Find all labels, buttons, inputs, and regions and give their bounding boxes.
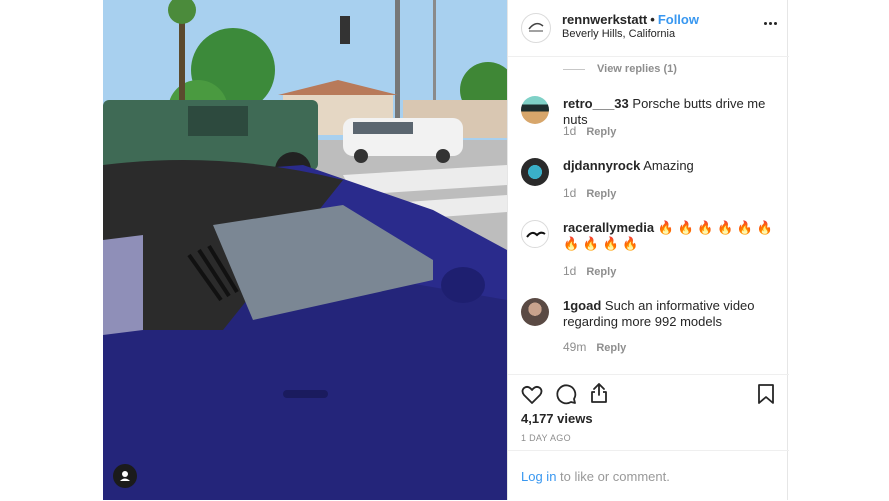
follow-button[interactable]: Follow	[658, 12, 699, 27]
post-video[interactable]	[103, 0, 507, 500]
post-panel: rennwerkstatt • Follow Beverly Hills, Cali…	[507, 0, 789, 501]
comment-username[interactable]: djdannyrock	[563, 158, 640, 173]
avatar[interactable]	[521, 220, 549, 248]
avatar[interactable]	[521, 298, 549, 326]
header-line: rennwerkstatt • Follow	[562, 12, 699, 27]
video-frame	[103, 0, 507, 500]
view-count[interactable]: 4,177 views	[521, 411, 593, 426]
comment-username[interactable]: 1goad	[563, 298, 601, 313]
comment-icon[interactable]	[554, 382, 578, 406]
login-bar: Log in to like or comment.	[508, 450, 789, 501]
comment-username[interactable]: retro___33	[563, 96, 629, 111]
more-options-icon[interactable]	[760, 13, 780, 33]
avatar[interactable]	[521, 96, 549, 124]
username-link[interactable]: rennwerkstatt	[562, 12, 647, 27]
replies-divider	[563, 68, 585, 70]
comment-meta: 49m Reply	[563, 340, 626, 354]
bookmark-icon[interactable]	[754, 382, 778, 406]
comment-time: 1d	[563, 264, 577, 278]
comment-meta: 1d Reply	[563, 124, 616, 138]
comment-text: racerallymedia 🔥 🔥 🔥 🔥 🔥 🔥 🔥 🔥 🔥 🔥	[563, 220, 783, 252]
avatar[interactable]	[521, 158, 549, 186]
post-date: 1 DAY AGO	[521, 433, 571, 443]
view-replies-label: View replies (1)	[597, 63, 677, 75]
comment-meta: 1d Reply	[563, 186, 616, 200]
comment-time: 1d	[563, 124, 577, 138]
user-tag-icon	[120, 471, 130, 481]
comment-username[interactable]: racerallymedia	[563, 220, 654, 235]
login-link[interactable]: Log in	[521, 469, 556, 484]
comment-time: 1d	[563, 186, 577, 200]
user-tag-button[interactable]	[113, 464, 137, 488]
location-link[interactable]: Beverly Hills, California	[562, 28, 675, 40]
comment-body: Amazing	[643, 158, 694, 173]
heart-icon[interactable]	[520, 382, 544, 406]
comment-meta: 1d Reply	[563, 264, 616, 278]
login-prompt: Log in to like or comment.	[521, 469, 670, 484]
profile-avatar[interactable]	[521, 13, 551, 43]
comment-text: djdannyrock Amazing	[563, 158, 783, 174]
reply-button[interactable]: Reply	[586, 188, 616, 200]
view-replies-button[interactable]: View replies (1)	[563, 63, 677, 75]
reply-button[interactable]: Reply	[586, 126, 616, 138]
separator-dot: •	[650, 12, 655, 27]
reply-button[interactable]: Reply	[586, 266, 616, 278]
comment-time: 49m	[563, 340, 587, 354]
comment-text: 1goad Such an informative video regardin…	[563, 298, 783, 330]
share-icon[interactable]	[587, 381, 611, 405]
post-header: rennwerkstatt • Follow Beverly Hills, Cali…	[508, 0, 789, 57]
reply-button[interactable]: Reply	[596, 342, 626, 354]
racerally-logo-icon	[526, 231, 546, 238]
login-rest: to like or comment.	[556, 469, 670, 484]
brand-logo-icon	[528, 22, 544, 32]
